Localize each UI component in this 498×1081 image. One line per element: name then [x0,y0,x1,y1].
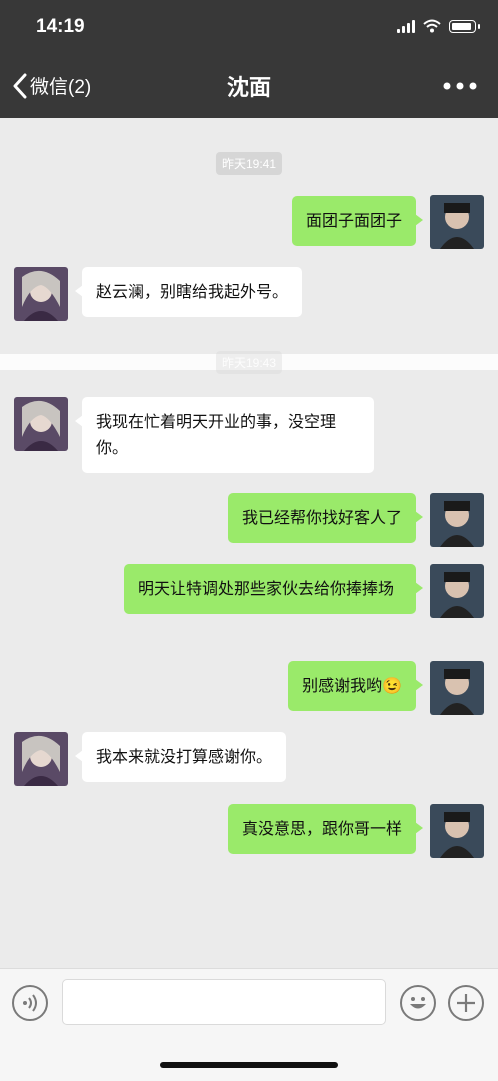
avatar-me[interactable] [430,195,484,249]
message-bubble-sent[interactable]: 面团子面团子 [291,196,424,246]
avatar-contact-image [14,732,68,786]
avatar-contact[interactable] [14,397,68,451]
message-bubble-sent[interactable]: 明天让特调处那些家伙去给你捧捧场 [124,564,423,614]
avatar-me-image [430,195,484,249]
voice-button[interactable] [12,985,48,1021]
status-icons [397,19,480,33]
top-bar: 14:19 微信(2) 沈面 [0,0,498,118]
avatar-me[interactable] [430,804,484,858]
home-indicator [160,1062,338,1068]
emoji-button[interactable] [400,985,436,1021]
back-button[interactable]: 微信(2) [12,72,91,99]
message-bubble-sent[interactable]: 别感谢我哟😉 [288,661,423,711]
message-bubble-received[interactable]: 赵云澜，别瞎给我起外号。 [74,267,303,317]
status-time: 14:19 [36,16,85,37]
message-bubble-sent[interactable]: 我已经帮你找好客人了 [227,493,424,543]
avatar-me[interactable] [430,661,484,715]
add-button[interactable] [448,985,484,1021]
avatar-me-image [430,661,484,715]
avatar-contact[interactable] [14,732,68,786]
timestamp: 昨天19:43 [215,351,283,374]
plus-icon [457,994,475,1012]
avatar-me-image [430,493,484,547]
chevron-left-icon [13,73,27,98]
timestamp: 昨天19:41 [215,152,283,175]
back-label: 微信(2) [30,77,92,98]
message-bubble-sent[interactable]: 真没意思，跟你哥一样 [227,804,424,854]
signal-icon [397,19,415,33]
message-bubble-received[interactable]: 我本来就没打算感谢你。 [74,732,287,782]
wink-emoji: 😉 [382,676,402,695]
avatar-contact[interactable] [14,267,68,321]
avatar-contact-image [14,267,68,321]
avatar-me-image [430,804,484,858]
wifi-icon [423,19,441,33]
message-input[interactable] [62,979,386,1025]
avatar-me[interactable] [430,493,484,547]
voice-icon [23,994,37,1012]
smiley-icon [410,997,426,1009]
message-bubble-received[interactable]: 我现在忙着明天开业的事，没空理你。 [75,397,374,473]
chat-area[interactable]: 昨天19:41 面团子面团子 赵云澜，别瞎给我起外号。 昨天19:43 我现在忙… [0,118,498,968]
avatar-me-image [430,564,484,618]
battery-icon [449,19,480,33]
more-icon[interactable] [442,76,478,96]
avatar-contact-image [14,397,68,451]
message-text: 别感谢我哟 [302,676,383,695]
avatar-me[interactable] [430,564,484,618]
